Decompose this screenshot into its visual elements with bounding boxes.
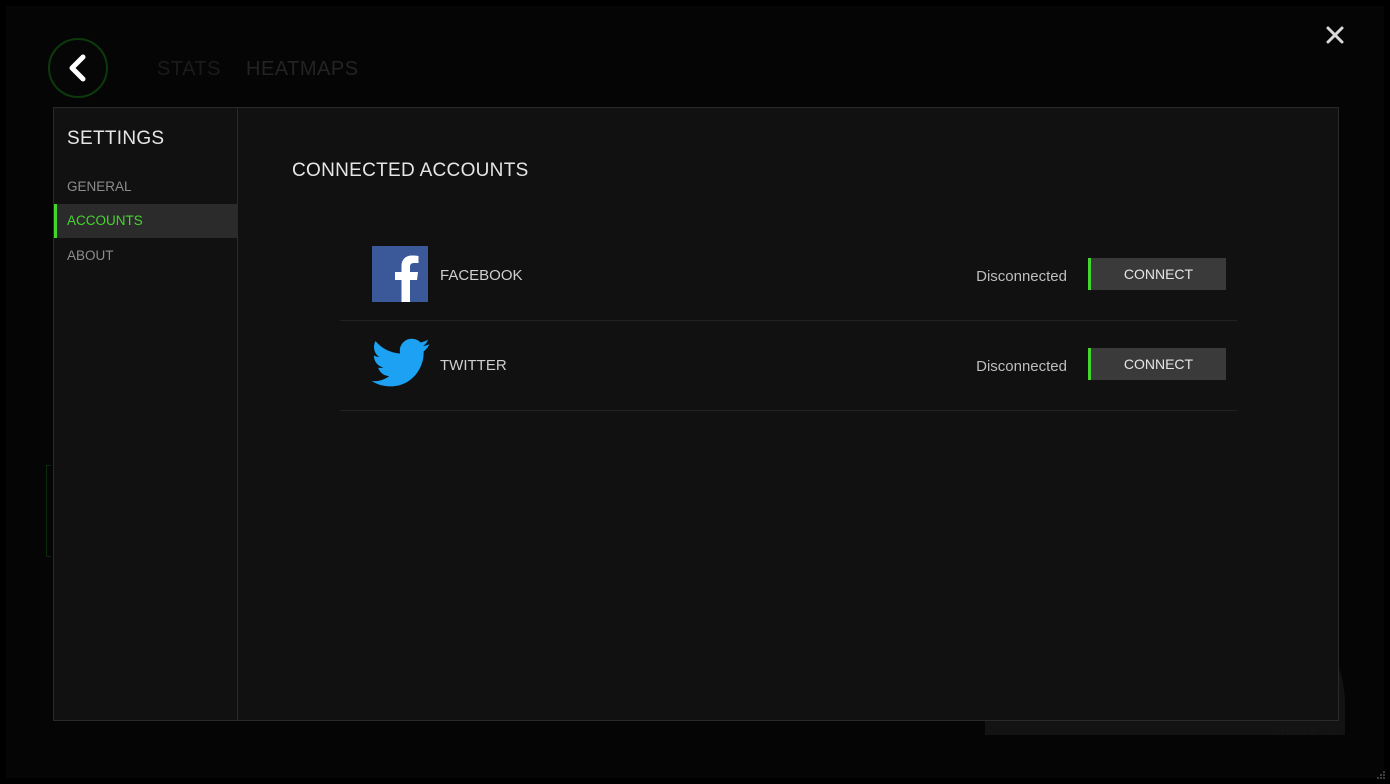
connect-button-twitter[interactable]: CONNECT	[1088, 348, 1226, 380]
chevron-down-icon[interactable]: ⌄	[1330, 723, 1340, 737]
settings-modal: SETTINGS GENERAL ACCOUNTS ABOUT CONNECTE…	[53, 107, 1339, 721]
account-row-twitter: TWITTER Disconnected CONNECT	[340, 320, 1237, 411]
twitter-icon	[371, 338, 430, 387]
share-button[interactable]: SHARE	[1272, 724, 1318, 738]
sidebar-item-accounts[interactable]: ACCOUNTS	[54, 204, 237, 238]
background-panel-edge	[46, 465, 51, 557]
connect-button-facebook[interactable]: CONNECT	[1088, 258, 1226, 290]
account-status: Disconnected	[976, 268, 1067, 285]
chevron-left-icon	[69, 54, 86, 82]
account-name: FACEBOOK	[440, 267, 523, 284]
tab-stats[interactable]: STATS	[157, 58, 221, 81]
sidebar-title: SETTINGS	[67, 128, 165, 149]
resize-grip-icon[interactable]	[1376, 770, 1386, 780]
back-button[interactable]	[48, 38, 108, 98]
tab-heatmaps[interactable]: HEATMAPS	[246, 58, 359, 81]
active-item-pointer	[225, 204, 237, 238]
settings-sidebar: SETTINGS GENERAL ACCOUNTS ABOUT	[54, 108, 238, 720]
sidebar-item-general[interactable]: GENERAL	[54, 170, 237, 204]
page-title: CONNECTED ACCOUNTS	[292, 160, 529, 181]
close-icon[interactable]	[1322, 22, 1348, 48]
sidebar-item-about[interactable]: ABOUT	[54, 239, 237, 273]
facebook-icon	[372, 246, 428, 302]
account-status: Disconnected	[976, 358, 1067, 375]
account-row-facebook: FACEBOOK Disconnected CONNECT	[340, 230, 1237, 321]
account-name: TWITTER	[440, 357, 507, 374]
